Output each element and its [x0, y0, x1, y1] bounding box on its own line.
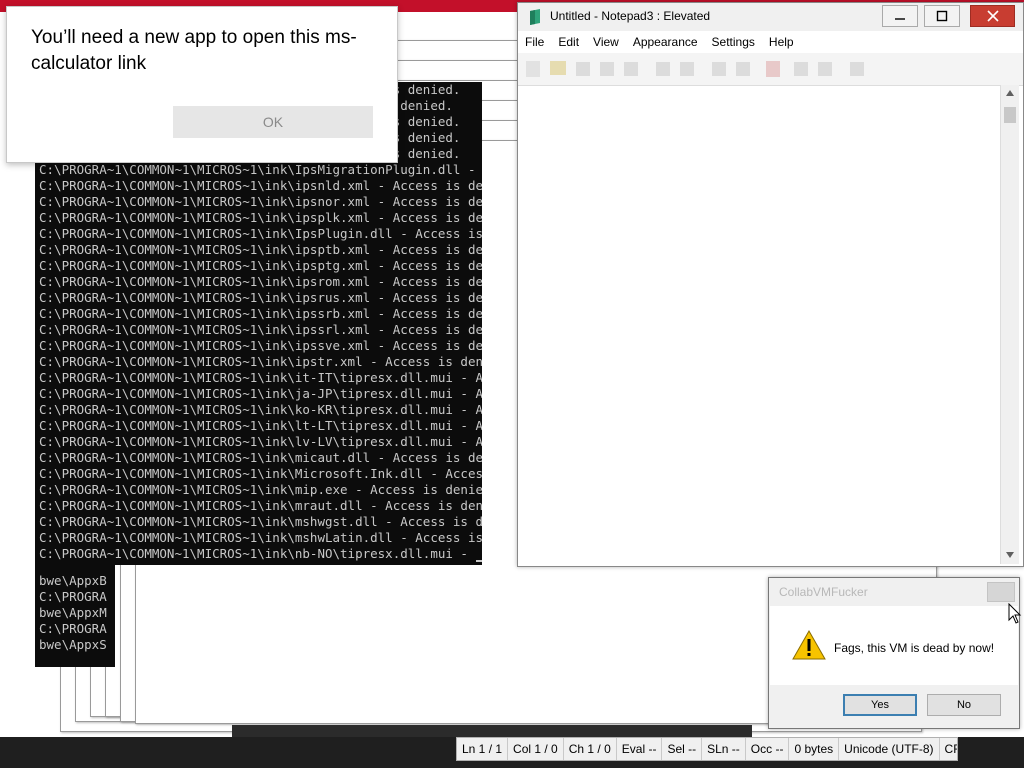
status-selection: Sel --	[662, 738, 703, 760]
status-bar: Ln 1 / 1 Col 1 / 0 Ch 1 / 0 Eval -- Sel …	[456, 737, 958, 761]
status-encoding[interactable]: Unicode (UTF-8)	[839, 738, 940, 760]
scroll-down-icon[interactable]	[1005, 551, 1015, 559]
close-button[interactable]	[970, 5, 1015, 27]
console-stub-line: bwe\AppxB	[39, 573, 107, 588]
console-line: C:\PROGRA~1\COMMON~1\MICROS~1\ink\ipssve…	[39, 338, 482, 353]
menu-settings[interactable]: Settings	[705, 35, 762, 49]
console-window-stub: bwe\AppxB C:\PROGRA bwe\AppxM C:\PROGRA bwe\…	[35, 565, 115, 667]
console-line: C:\PROGRA~1\COMMON~1\MICROS~1\ink\mshwgs…	[39, 514, 482, 529]
warning-icon	[792, 630, 826, 660]
menu-bar: File Edit View Appearance Settings Help	[518, 31, 1023, 53]
console-line: C:\PROGRA~1\COMMON~1\MICROS~1\ink\ipssrb…	[39, 306, 482, 321]
console-line: C:\PROGRA~1\COMMON~1\MICROS~1\ink\ja-JP\…	[39, 386, 482, 401]
console-line: C:\PROGRA~1\COMMON~1\MICROS~1\ink\IpsMig…	[39, 162, 476, 177]
console-line: C:\PROGRA~1\COMMON~1\MICROS~1\ink\ipsnld…	[39, 178, 482, 193]
console-line: C:\PROGRA~1\COMMON~1\MICROS~1\ink\nb-NO\…	[39, 546, 482, 562]
notepad-titlebar[interactable]: Untitled - Notepad3 : Elevated	[518, 3, 1023, 31]
status-char: Ch 1 / 0	[564, 738, 617, 760]
console-line: C:\PROGRA~1\COMMON~1\MICROS~1\ink\ipsnor…	[39, 194, 482, 209]
console-stub-text: bwe\AppxB C:\PROGRA bwe\AppxM C:\PROGRA bwe\…	[39, 573, 107, 653]
console-stub-line: C:\PROGRA	[39, 589, 107, 604]
console-line: C:\PROGRA~1\COMMON~1\MICROS~1\ink\IpsPlu…	[39, 226, 482, 241]
console-stub-line: C:\PROGRA	[39, 621, 107, 636]
console-line: C:\PROGRA~1\COMMON~1\MICROS~1\ink\mip.ex…	[39, 482, 482, 497]
maximize-button[interactable]	[924, 5, 960, 27]
window-title: Untitled - Notepad3 : Elevated	[550, 9, 711, 23]
console-line: C:\PROGRA~1\COMMON~1\MICROS~1\ink\ipsptg…	[39, 258, 482, 273]
console-line: C:\PROGRA~1\COMMON~1\MICROS~1\ink\ipsptb…	[39, 242, 482, 257]
console-line: C:\PROGRA~1\COMMON~1\MICROS~1\ink\lt-LT\…	[39, 418, 482, 433]
console-line: C:\PROGRA~1\COMMON~1\MICROS~1\ink\ipssrl…	[39, 322, 482, 337]
message-box-body: Fags, this VM is dead by now!	[770, 606, 1018, 685]
toolbar-icons	[526, 61, 864, 77]
close-button[interactable]	[987, 582, 1015, 602]
console-cursor	[475, 560, 482, 562]
notepad-window: Untitled - Notepad3 : Elevated File Edit…	[517, 2, 1024, 567]
message-box-text: Fags, this VM is dead by now!	[834, 641, 995, 655]
console-line: C:\PROGRA~1\COMMON~1\MICROS~1\ink\ipsrus…	[39, 290, 482, 305]
scroll-up-icon[interactable]	[1005, 89, 1015, 97]
console-line: C:\PROGRA~1\COMMON~1\MICROS~1\ink\Micros…	[39, 466, 482, 481]
minimize-button[interactable]	[882, 5, 918, 27]
status-occurrences: Occ --	[746, 738, 790, 760]
mouse-pointer-icon	[1008, 603, 1022, 624]
console-stub-line: bwe\AppxS	[39, 637, 107, 652]
maximize-icon	[936, 10, 948, 22]
window-edge-strip	[232, 725, 752, 737]
menu-help[interactable]: Help	[762, 35, 801, 49]
console-line: C:\PROGRA~1\COMMON~1\MICROS~1\ink\it-IT\…	[39, 370, 482, 385]
scrollbar-thumb[interactable]	[1004, 107, 1016, 123]
console-line: C:\PROGRA~1\COMMON~1\MICROS~1\ink\micaut…	[39, 450, 482, 465]
console-stub-line: bwe\AppxM	[39, 605, 107, 620]
ok-button[interactable]: OK	[173, 106, 373, 138]
yes-button[interactable]: Yes	[843, 694, 917, 716]
message-box: CollabVMFucker Fags, this VM is dead by …	[768, 577, 1020, 729]
app-not-found-dialog: You’ll need a new app to open this ms-ca…	[6, 6, 398, 163]
console-line: C:\PROGRA~1\COMMON~1\MICROS~1\ink\ipsplk…	[39, 210, 482, 225]
console-line: C:\PROGRA~1\COMMON~1\MICROS~1\ink\lv-LV\…	[39, 434, 482, 449]
console-line: C:\PROGRA~1\COMMON~1\MICROS~1\ink\ko-KR\…	[39, 402, 482, 417]
menu-appearance[interactable]: Appearance	[626, 35, 705, 49]
console-line: C:\PROGRA~1\COMMON~1\MICROS~1\ink\mshwLa…	[39, 530, 482, 545]
menu-file[interactable]: File	[518, 35, 551, 49]
console-line: C:\PROGRA~1\COMMON~1\MICROS~1\ink\ipsrom…	[39, 274, 482, 289]
status-selected-lines: SLn --	[702, 738, 746, 760]
message-box-titlebar[interactable]: CollabVMFucker	[769, 578, 1019, 606]
status-column: Col 1 / 0	[508, 738, 564, 760]
menu-view[interactable]: View	[586, 35, 626, 49]
no-button[interactable]: No	[927, 694, 1001, 716]
message-box-title: CollabVMFucker	[779, 585, 868, 599]
status-file-size: 0 bytes	[789, 738, 840, 760]
status-eol[interactable]: CR+	[940, 738, 957, 760]
console-line: C:\PROGRA~1\COMMON~1\MICROS~1\ink\mraut.…	[39, 498, 482, 513]
notepad-icon	[530, 9, 540, 25]
console-line: C:\PROGRA~1\COMMON~1\MICROS~1\ink\ipstr.…	[39, 354, 482, 369]
menu-edit[interactable]: Edit	[551, 35, 586, 49]
dialog-message: You’ll need a new app to open this ms-ca…	[31, 27, 357, 74]
close-icon	[986, 10, 999, 22]
status-line: Ln 1 / 1	[457, 738, 509, 760]
toolbar	[518, 53, 1023, 86]
status-eval: Eval --	[617, 738, 663, 760]
minimize-icon	[895, 18, 905, 20]
vertical-scrollbar[interactable]	[1000, 85, 1019, 564]
